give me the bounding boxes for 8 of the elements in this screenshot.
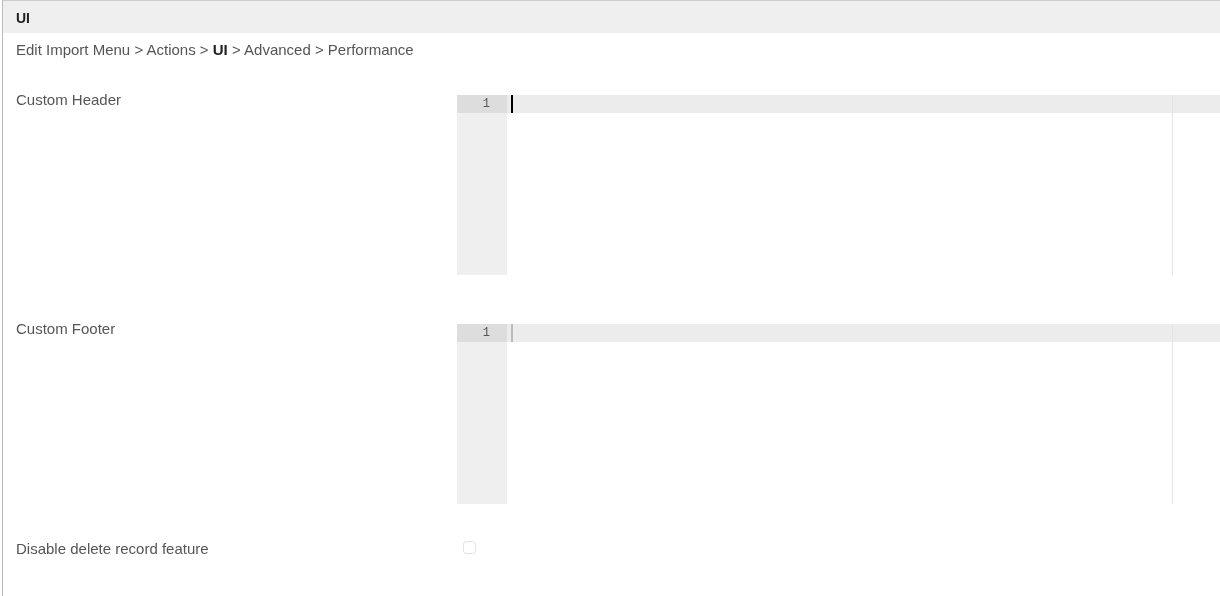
panel-title: UI — [3, 1, 1220, 33]
field-label: Custom Header — [16, 90, 122, 108]
field-label: Custom Footer — [16, 319, 116, 337]
checkbox[interactable] — [463, 540, 476, 554]
breadcrumb-text: Edit Import Menu > Actions > UI > Advanced > Performance — [16, 41, 414, 58]
line-number: 1 — [457, 323, 507, 342]
line-number: 1 — [457, 94, 507, 113]
field-label: Disable delete record feature — [16, 539, 209, 557]
